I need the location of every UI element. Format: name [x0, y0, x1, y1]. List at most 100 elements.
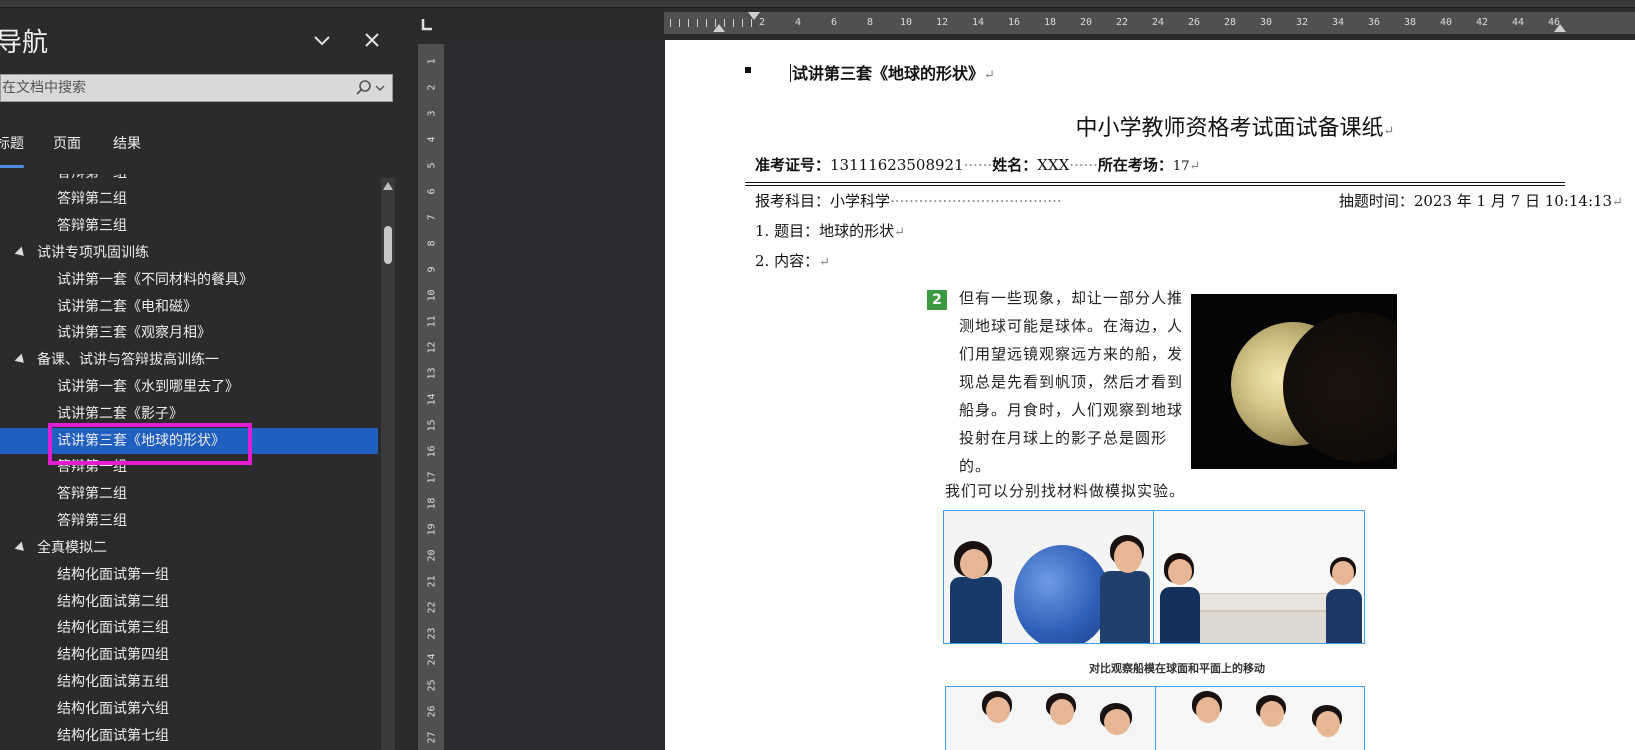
ruler-label: 40: [1440, 17, 1453, 28]
window-top-strip: [0, 0, 1635, 8]
tree-item[interactable]: 结构化面试第一组: [0, 562, 378, 588]
page-title: 中小学教师资格考试面试备课纸↵: [1075, 116, 1395, 141]
tree-item[interactable]: 试讲第一套《不同材料的餐具》: [0, 267, 378, 293]
ruler-label: 22: [426, 601, 438, 614]
child-face: [1260, 701, 1284, 727]
tab-pages[interactable]: 页面: [53, 130, 81, 168]
tree-item[interactable]: 结构化面试第三组: [0, 615, 378, 641]
close-icon[interactable]: [360, 28, 384, 52]
search-icon[interactable]: [352, 79, 388, 97]
ruler-label: 20: [1080, 17, 1093, 28]
ruler-label: 8: [426, 240, 438, 247]
ruler-tick: [742, 19, 743, 27]
tree-item-group[interactable]: 备课、试讲与答辩拔高训练一: [0, 347, 378, 373]
ruler-tick: [733, 19, 734, 27]
experiment-photo: [943, 510, 1365, 644]
document-background: [448, 40, 664, 750]
tab-stop-selector-icon[interactable]: [418, 16, 436, 34]
child-face: [1196, 697, 1220, 723]
ruler-label: 38: [1404, 17, 1417, 28]
ruler-label: 12: [936, 17, 949, 28]
child-face: [1332, 561, 1354, 585]
tree-item-selected[interactable]: 试讲第三套《地球的形状》: [0, 428, 378, 454]
chevron-down-icon[interactable]: [310, 28, 334, 52]
double-rule-bottom: [745, 185, 1565, 186]
ruler-label: 26: [1188, 17, 1201, 28]
ruler-label: 34: [1332, 17, 1345, 28]
scroll-thumb[interactable]: [384, 226, 392, 264]
tree-item[interactable]: 答辩第一组: [0, 454, 378, 480]
collapse-triangle-icon[interactable]: [14, 246, 28, 260]
ruler-label: 5: [426, 162, 438, 169]
tree-item-group[interactable]: 试讲专项巩固训练: [0, 240, 378, 266]
textbook-image[interactable]: 2 但有一些现象，却让一部分人推测地球可能是球体。在海边，人们用望远镜观察远方来…: [927, 282, 1397, 750]
table-icon: [1188, 593, 1348, 611]
ruler-label: 27: [426, 731, 438, 744]
ruler-tick: [697, 19, 698, 27]
tree-item[interactable]: 试讲第二套《电和磁》: [0, 294, 378, 320]
tree-item[interactable]: 结构化面试第七组: [0, 723, 378, 749]
scroll-up-arrow-icon[interactable]: [383, 182, 393, 190]
ruler-label: 28: [1224, 17, 1237, 28]
nav-title: 导航: [0, 28, 49, 58]
ruler-label: 44: [1512, 17, 1525, 28]
tree-item[interactable]: 答辩第二组: [0, 186, 378, 212]
topic-line: 1. 题目：地球的形状↵: [755, 222, 905, 240]
ruler-label: 10: [900, 17, 913, 28]
ruler-label: 8: [867, 17, 874, 28]
child-face: [986, 697, 1010, 723]
ruler-label: 9: [426, 266, 438, 273]
tree-item[interactable]: 结构化面试第四组: [0, 642, 378, 668]
ruler-label: 25: [426, 679, 438, 692]
tree-item[interactable]: 答辩第一组: [0, 174, 378, 186]
vertical-ruler[interactable]: 1 2 3 4 5 6 7 8 9 10 11 12 13 14 15 16 1…: [418, 44, 444, 750]
ruler-label: 14: [426, 393, 438, 406]
table-body: [1198, 611, 1338, 643]
tree-item[interactable]: 结构化面试第六组: [0, 696, 378, 722]
collapse-triangle-icon[interactable]: [14, 541, 28, 555]
child-face: [1168, 559, 1192, 585]
child-face: [1114, 541, 1142, 573]
heading-bullet-icon: [745, 67, 751, 73]
ruler-label: 10: [426, 289, 438, 302]
document-heading[interactable]: 试讲第三套《地球的形状》↵: [790, 60, 995, 84]
ruler-label: 30: [1260, 17, 1273, 28]
child-figure: [1100, 571, 1150, 643]
ruler-tick: [688, 19, 689, 27]
tree-item[interactable]: 试讲第二套《影子》: [0, 401, 378, 427]
ruler-label: 4: [426, 136, 438, 143]
tab-results[interactable]: 结果: [113, 130, 141, 168]
document-page[interactable]: 试讲第三套《地球的形状》↵ 中小学教师资格考试面试备课纸↵ 准考证号：13111…: [665, 40, 1635, 750]
search-box: [0, 74, 393, 102]
textbook-paragraph: 但有一些现象，却让一部分人推测地球可能是球体。在海边，人们用望远镜观察远方来的船…: [959, 289, 1184, 475]
tree-item[interactable]: 答辩第三组: [0, 508, 378, 534]
ruler-label: 46: [1548, 17, 1561, 28]
search-input[interactable]: [1, 75, 351, 101]
ruler-label: 16: [426, 445, 438, 458]
tree-item-group[interactable]: 全真模拟二: [0, 535, 378, 561]
child-face: [960, 549, 988, 579]
tree-item[interactable]: 答辩第二组: [0, 481, 378, 507]
ruler-label: 24: [1152, 17, 1165, 28]
tab-headings[interactable]: 标题: [0, 130, 24, 168]
tree-item[interactable]: 试讲第三套《观察月相》: [0, 320, 378, 346]
child-face: [1104, 709, 1130, 735]
child-face: [1050, 699, 1074, 725]
ruler-label: 20: [426, 549, 438, 562]
photo-panel: [946, 687, 1156, 750]
textbook-line: 我们可以分别找材料做模拟实验。: [945, 482, 1186, 500]
tree-item[interactable]: 试讲第一套《水到哪里去了》: [0, 374, 378, 400]
nav-tabs: 标题 页面 结果: [0, 130, 380, 170]
nav-scrollbar[interactable]: [381, 178, 395, 750]
text-cursor: [790, 64, 791, 82]
ruler-label: 18: [1044, 17, 1057, 28]
child-figure: [950, 577, 1002, 643]
tree-item[interactable]: 结构化面试第五组: [0, 669, 378, 695]
tree-item[interactable]: 答辩第三组: [0, 213, 378, 239]
horizontal-ruler[interactable]: 2 4 6 8 10 12 14 16 18 20 22 24 26 28 30…: [664, 12, 1635, 34]
experiment-photo-2: [945, 686, 1365, 750]
ruler-tick: [670, 19, 671, 27]
tree-item[interactable]: 结构化面试第二组: [0, 589, 378, 615]
ruler-tick: [715, 19, 716, 27]
collapse-triangle-icon[interactable]: [14, 353, 28, 367]
